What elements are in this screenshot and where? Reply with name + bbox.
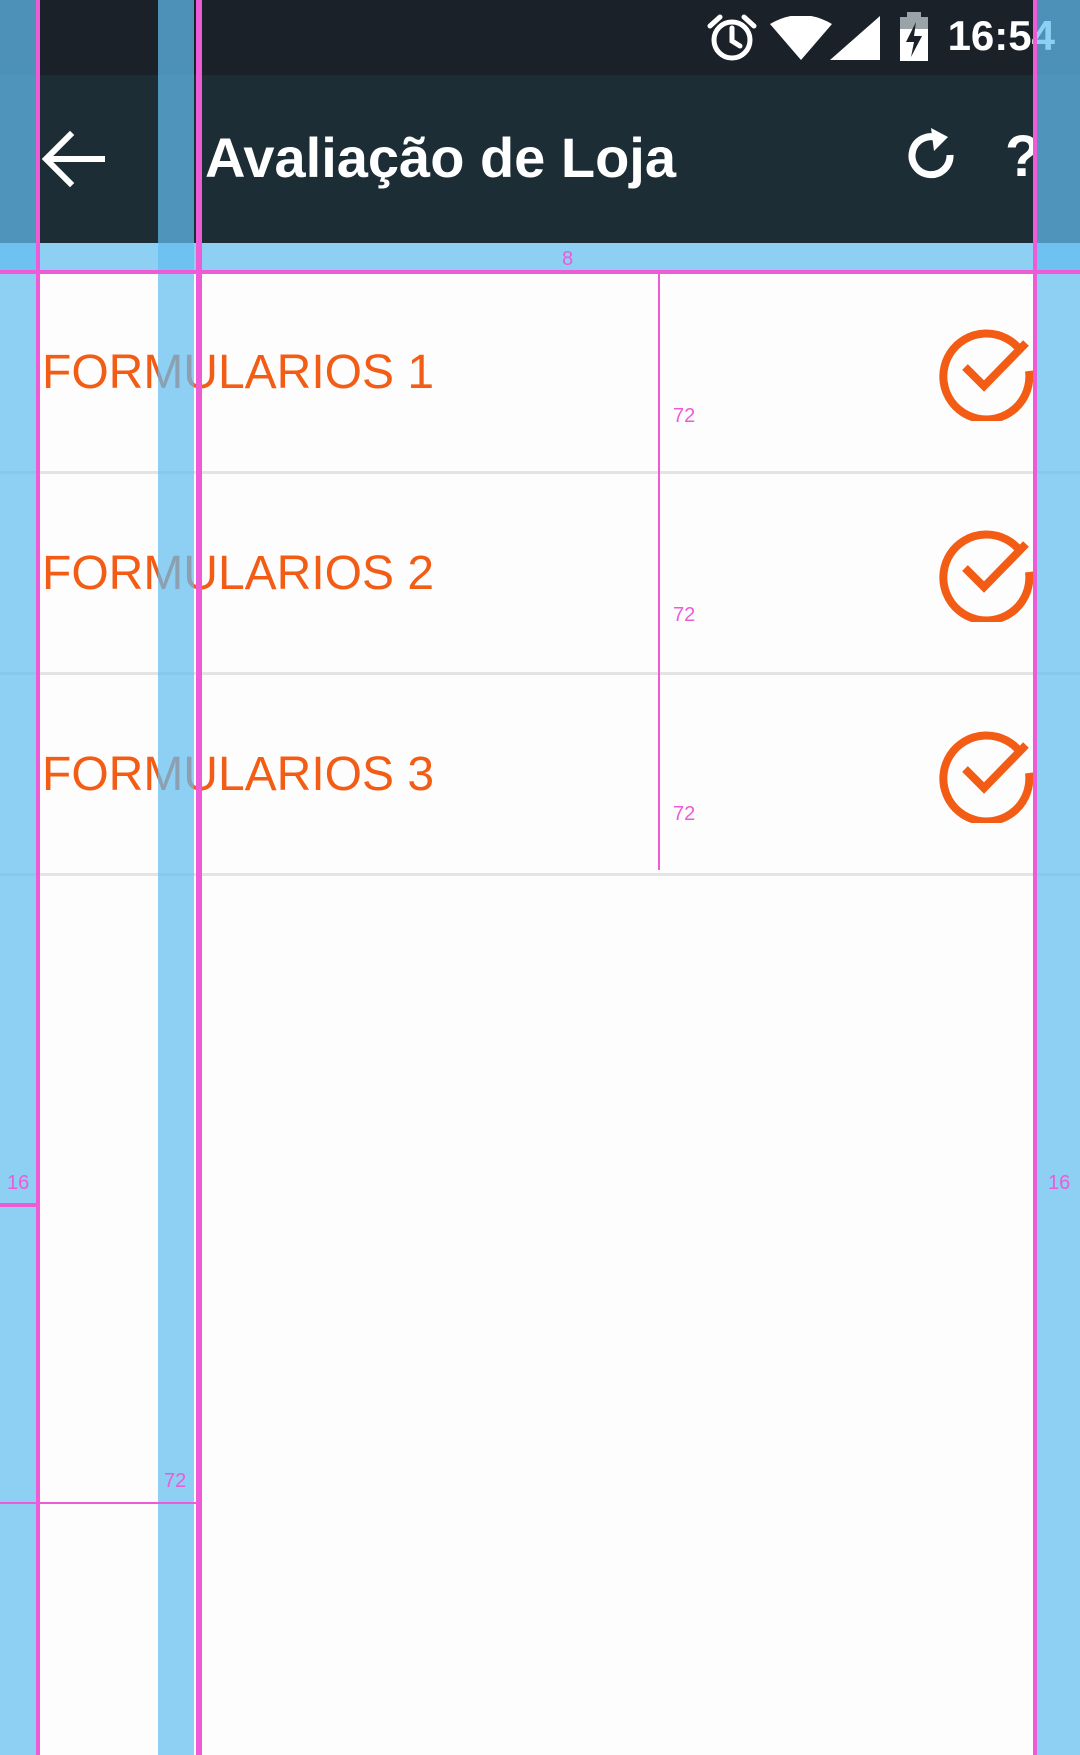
guide-line-bottom-a <box>0 1203 38 1207</box>
guide-label: 72 <box>673 803 696 825</box>
list-item[interactable]: FORMULARIOS 1 <box>0 273 1080 474</box>
guide-label: 72 <box>673 604 696 626</box>
guide-line-left <box>36 0 40 1755</box>
alarm-icon <box>707 14 757 61</box>
check-circle-icon <box>939 731 1034 823</box>
guide-label: 16 <box>7 1172 30 1194</box>
guide-margin-right <box>1034 0 1080 1755</box>
refresh-icon[interactable] <box>900 125 964 189</box>
guide-spacing-top <box>0 243 1080 271</box>
back-arrow-icon[interactable] <box>40 129 110 189</box>
guide-line-bottom-b <box>0 1502 196 1504</box>
guide-label: 16 <box>1048 1172 1071 1194</box>
guide-label: 8 <box>562 248 574 270</box>
guide-label: 72 <box>164 1470 187 1492</box>
status-time: 16:54 <box>947 12 1055 59</box>
list-item[interactable]: FORMULARIOS 2 <box>0 474 1080 675</box>
guide-line-right <box>1033 0 1037 1755</box>
list-item-label: FORMULARIOS 3 <box>42 748 435 801</box>
guide-label: 72 <box>673 405 696 427</box>
page-title: Avaliação de Loja <box>205 126 676 189</box>
list-item-label: FORMULARIOS 2 <box>42 547 435 600</box>
battery-charging-icon <box>900 12 928 61</box>
guide-line-keyline <box>196 0 202 1755</box>
check-circle-icon <box>939 530 1034 622</box>
list-item[interactable]: FORMULARIOS 3 <box>0 675 1080 876</box>
status-bar: 16:54 <box>0 0 1080 75</box>
list-item-label: FORMULARIOS 1 <box>42 346 435 399</box>
wifi-icon <box>770 16 832 60</box>
signal-icon <box>830 16 880 60</box>
help-button[interactable]: ? <box>1005 123 1040 190</box>
app-bar: Avaliação de Loja ? <box>0 75 1080 243</box>
forms-list: FORMULARIOS 1 FORMULARIOS 2 FORMULARIOS … <box>0 273 1080 876</box>
guide-margin-left <box>0 0 38 1755</box>
check-circle-icon <box>939 329 1034 421</box>
